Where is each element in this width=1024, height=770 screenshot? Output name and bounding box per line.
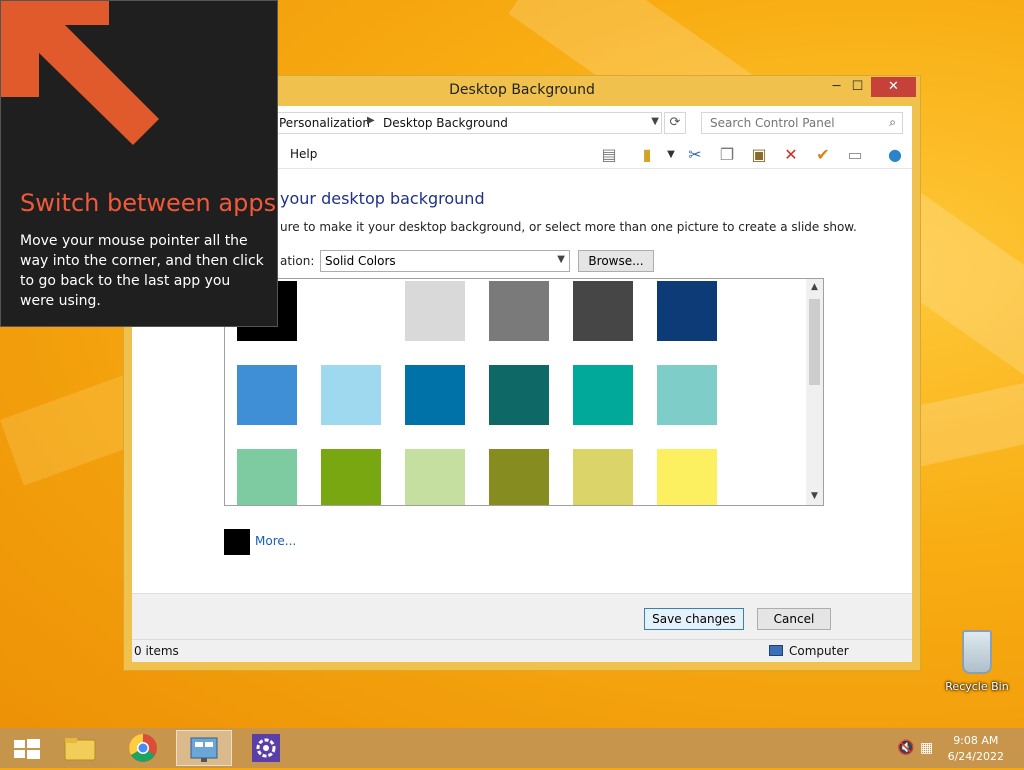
clock-date: 6/24/2022	[947, 750, 1004, 763]
settings-taskbar-button[interactable]	[238, 730, 294, 766]
breadcrumb-personalization[interactable]: Personalization	[279, 116, 370, 130]
chevron-down-icon[interactable]: ▼	[557, 254, 565, 265]
color-swatch[interactable]	[405, 365, 465, 425]
cancel-button[interactable]: Cancel	[757, 608, 831, 630]
vertical-scrollbar[interactable]: ▲ ▼	[806, 279, 823, 505]
windows-logo-icon	[14, 739, 40, 759]
scroll-up-icon[interactable]: ▲	[806, 279, 823, 296]
switch-apps-tip: Switch between apps Move your mouse poin…	[0, 0, 278, 327]
color-swatch[interactable]	[237, 365, 297, 425]
tip-title: Switch between apps	[20, 189, 277, 217]
color-swatch[interactable]	[321, 281, 381, 341]
color-swatch[interactable]	[321, 449, 381, 505]
taskbar: 🔇 ▦ 9:08 AM 6/24/2022	[0, 728, 1024, 768]
file-explorer-taskbar-button[interactable]	[52, 730, 108, 766]
color-swatch[interactable]	[657, 449, 717, 505]
folder-icon	[64, 738, 96, 761]
refresh-button[interactable]: ⟳	[664, 112, 686, 134]
picture-location-value: Solid Colors	[325, 254, 396, 268]
clock-time: 9:08 AM	[953, 734, 999, 747]
cut-icon[interactable]: ✂	[684, 144, 706, 166]
color-swatch[interactable]	[405, 281, 465, 341]
status-location: Computer	[789, 644, 849, 658]
more-colors-link[interactable]: More...	[255, 534, 296, 548]
computer-icon	[769, 645, 783, 656]
delete-icon[interactable]: ✕	[780, 144, 802, 166]
instruction-text: ure to make it your desktop background, …	[280, 220, 857, 234]
picture-location-select[interactable]: Solid Colors ▼	[320, 250, 570, 272]
item-count: 0 items	[134, 644, 179, 658]
clock[interactable]: 9:08 AM 6/24/2022	[948, 733, 1004, 765]
status-bar: 0 items Computer	[132, 639, 912, 662]
color-swatch[interactable]	[657, 281, 717, 341]
color-swatch[interactable]	[573, 365, 633, 425]
properties-checkmark-icon[interactable]: ✔	[812, 144, 834, 166]
layout-icon[interactable]: ▤	[598, 144, 620, 166]
chrome-icon	[129, 734, 157, 762]
search-input[interactable]	[708, 115, 882, 131]
volume-muted-icon[interactable]: 🔇	[897, 740, 914, 756]
color-swatch[interactable]	[321, 365, 381, 425]
scroll-down-icon[interactable]: ▼	[806, 488, 823, 505]
recycle-bin-label: Recycle Bin	[945, 680, 1009, 693]
dialog-footer: Save changes Cancel	[132, 593, 912, 642]
maximize-button[interactable]: ☐	[844, 77, 871, 97]
breadcrumb-desktop-background[interactable]: Desktop Background	[383, 116, 508, 130]
color-swatch[interactable]	[489, 281, 549, 341]
close-button[interactable]: ✕	[871, 77, 916, 97]
color-swatch[interactable]	[573, 281, 633, 341]
tip-body: Move your mouse pointer all the way into…	[20, 233, 264, 309]
chevron-down-icon[interactable]: ▼	[660, 144, 682, 166]
current-color-swatch[interactable]	[224, 529, 250, 555]
color-swatch[interactable]	[489, 365, 549, 425]
color-swatch[interactable]	[657, 365, 717, 425]
folder-options-icon[interactable]: ▮	[636, 144, 658, 166]
breadcrumb-separator-icon[interactable]: ▶	[367, 115, 375, 126]
control-panel-taskbar-button[interactable]	[176, 730, 232, 766]
control-panel-icon	[190, 737, 218, 762]
color-swatch[interactable]	[237, 449, 297, 505]
color-swatch[interactable]	[405, 449, 465, 505]
paste-icon[interactable]: ▣	[748, 144, 770, 166]
recycle-bin[interactable]: Recycle Bin	[942, 630, 1012, 693]
arrow-up-left-icon	[1, 1, 159, 145]
search-icon[interactable]: ⌕	[889, 115, 896, 130]
menu-help[interactable]: Help	[290, 147, 317, 161]
page-heading: your desktop background	[280, 189, 485, 208]
save-changes-button[interactable]: Save changes	[644, 608, 744, 630]
chevron-down-icon[interactable]: ▼	[651, 116, 659, 127]
globe-icon[interactable]: ●	[884, 144, 906, 166]
picture-location-label: ation:	[280, 254, 315, 268]
color-swatch[interactable]	[573, 449, 633, 505]
start-button[interactable]	[2, 730, 58, 766]
scrollbar-thumb[interactable]	[809, 299, 820, 385]
browse-button[interactable]: Browse...	[578, 250, 654, 272]
recycle-bin-icon[interactable]	[962, 630, 992, 674]
gear-icon	[252, 734, 280, 762]
rename-icon[interactable]: ▭	[844, 144, 866, 166]
copy-icon[interactable]: ❐	[716, 144, 738, 166]
color-swatch-grid[interactable]: ▲ ▼	[224, 278, 824, 506]
chrome-taskbar-button[interactable]	[115, 730, 171, 766]
search-box[interactable]: ⌕	[701, 112, 903, 134]
color-swatch[interactable]	[489, 449, 549, 505]
network-icon[interactable]: ▦	[920, 740, 933, 756]
